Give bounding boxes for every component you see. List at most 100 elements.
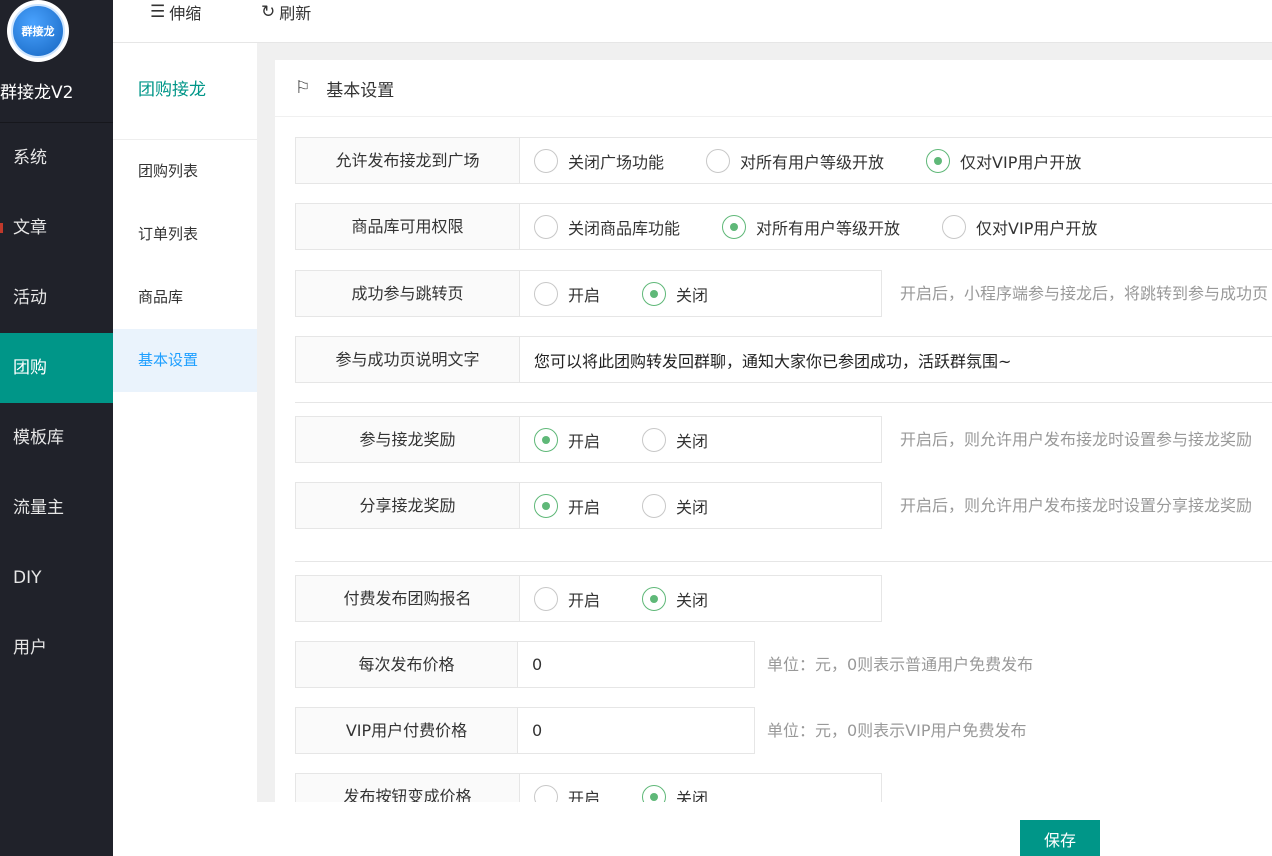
- setting-row-product-permission: 商品库可用权限 关闭商品库功能 对所有用户等级开放 仅对VIP用户开放: [295, 203, 1272, 250]
- nav-item-users[interactable]: 用户: [0, 613, 113, 683]
- setting-row-plaza: 允许发布接龙到广场 关闭广场功能 对所有用户等级开放 仅对VIP用户开放: [295, 137, 1272, 184]
- nav-item-label: 文章: [13, 218, 47, 238]
- flag-icon: ⚐: [295, 78, 311, 98]
- radio-label: 关闭: [676, 497, 709, 517]
- radio-option[interactable]: 对所有用户等级开放: [722, 214, 901, 239]
- setting-label: 参与成功页说明文字: [295, 336, 520, 383]
- section-divider: [295, 402, 1272, 403]
- setting-label: 分享接龙奖励: [295, 482, 520, 529]
- radio-label: 开启: [568, 788, 601, 803]
- setting-label: 每次发布价格: [295, 641, 518, 688]
- success-text-input[interactable]: 您可以将此团购转发回群聊，通知大家你已参团成功，活跃群氛围~: [520, 336, 1272, 383]
- setting-label: 成功参与跳转页: [295, 270, 520, 317]
- nav-item-traffic[interactable]: 流量主: [0, 473, 113, 543]
- setting-label: VIP用户付费价格: [295, 707, 518, 754]
- radio-circle[interactable]: [942, 214, 967, 239]
- radio-circle[interactable]: [642, 493, 667, 518]
- radio-circle[interactable]: [534, 281, 558, 306]
- radio-option[interactable]: 关闭: [642, 586, 709, 611]
- setting-row-publish-price: 每次发布价格 0 单位：元，0则表示普通用户免费发布: [295, 641, 1033, 688]
- radio-group: 开启 关闭: [520, 773, 882, 802]
- setting-hint: 开启后，小程序端参与接龙后，将跳转到参与成功页: [900, 284, 1269, 303]
- radio-label: 仅对VIP用户开放: [960, 152, 1082, 172]
- settings-panel: ⚐ 基本设置 允许发布接龙到广场 关闭广场功能 对所有用户等级开放 仅对VIP用…: [275, 60, 1272, 802]
- app-logo: 群接龙: [7, 0, 69, 62]
- submenu-item-basic-settings[interactable]: 基本设置: [113, 329, 257, 392]
- nav-item-groupbuy[interactable]: 团购: [0, 333, 113, 403]
- radio-circle-selected[interactable]: [642, 281, 667, 306]
- setting-row-paid-publish: 付费发布团购报名 开启 关闭: [295, 575, 882, 622]
- radio-option[interactable]: 关闭商品库功能: [534, 214, 680, 239]
- radio-label: 关闭: [676, 788, 709, 803]
- radio-option[interactable]: 仅对VIP用户开放: [926, 148, 1082, 173]
- radio-circle-selected[interactable]: [642, 784, 667, 802]
- submenu-item-groupbuy-list[interactable]: 团购列表: [113, 140, 257, 203]
- radio-option[interactable]: 仅对VIP用户开放: [942, 214, 1098, 239]
- refresh-button[interactable]: ↻ 刷新: [261, 0, 311, 24]
- collapse-label: 伸缩: [169, 4, 202, 23]
- submenu-item-order-list[interactable]: 订单列表: [113, 203, 257, 266]
- radio-label: 开启: [568, 590, 601, 610]
- setting-row-vip-price: VIP用户付费价格 0 单位：元，0则表示VIP用户免费发布: [295, 707, 1027, 754]
- radio-circle[interactable]: [706, 148, 731, 173]
- collapse-button[interactable]: ☰ 伸缩: [150, 0, 201, 24]
- radio-circle[interactable]: [534, 586, 558, 611]
- radio-label: 关闭: [676, 590, 709, 610]
- radio-option[interactable]: 关闭: [642, 427, 708, 452]
- radio-label: 关闭: [676, 285, 709, 305]
- radio-option[interactable]: 开启: [534, 281, 600, 306]
- save-button[interactable]: 保存: [1020, 820, 1100, 856]
- radio-group: 关闭广场功能 对所有用户等级开放 仅对VIP用户开放: [520, 137, 1272, 184]
- radio-group: 关闭商品库功能 对所有用户等级开放 仅对VIP用户开放: [520, 203, 1272, 250]
- nav-item-system[interactable]: 系统: [0, 123, 113, 193]
- sub-menu: 团购接龙 团购列表 订单列表 商品库 基本设置: [113, 43, 257, 856]
- radio-option[interactable]: 关闭: [642, 281, 709, 306]
- radio-group: 开启 关闭: [520, 482, 882, 529]
- refresh-icon: ↻: [261, 2, 276, 22]
- nav-item-article[interactable]: 文章: [0, 193, 113, 263]
- section-divider: [295, 561, 1272, 562]
- radio-option[interactable]: 开启: [534, 784, 601, 803]
- radio-option[interactable]: 开启: [534, 427, 601, 452]
- radio-circle-selected[interactable]: [534, 493, 558, 518]
- radio-option[interactable]: 关闭: [642, 784, 709, 803]
- setting-hint: 开启后，则允许用户发布接龙时设置参与接龙奖励: [900, 430, 1253, 449]
- radio-group: 开启 关闭: [520, 416, 882, 463]
- radio-circle-selected[interactable]: [534, 427, 558, 452]
- setting-hint: 单位：元，0则表示VIP用户免费发布: [767, 721, 1027, 740]
- panel-title: 基本设置: [326, 80, 395, 101]
- setting-row-redirect: 成功参与跳转页 开启 关闭 开启后，小程序端参与接龙后，将跳转到参与成功页: [295, 270, 1268, 317]
- radio-option[interactable]: 关闭广场功能: [534, 148, 665, 173]
- nav-item-diy[interactable]: DIY: [0, 543, 113, 613]
- main-sidebar: 群接龙 群接龙V2 系统 文章 活动 团购 模板库 流量主 DIY 用户: [0, 0, 113, 856]
- submenu-item-product-library[interactable]: 商品库: [113, 266, 257, 329]
- radio-label: 开启: [568, 431, 601, 451]
- bottom-bar: 保存: [257, 802, 1272, 856]
- radio-circle[interactable]: [534, 784, 558, 802]
- radio-label: 关闭广场功能: [568, 152, 665, 172]
- radio-circle-selected[interactable]: [722, 214, 747, 239]
- radio-label: 仅对VIP用户开放: [976, 218, 1098, 238]
- setting-row-join-reward: 参与接龙奖励 开启 关闭 开启后，则允许用户发布接龙时设置参与接龙奖励: [295, 416, 1252, 463]
- radio-option[interactable]: 关闭: [642, 493, 709, 518]
- nav-item-activity[interactable]: 活动: [0, 263, 113, 333]
- radio-option[interactable]: 开启: [534, 493, 600, 518]
- radio-circle[interactable]: [534, 214, 558, 239]
- submenu-title: 团购接龙: [113, 43, 257, 140]
- radio-option[interactable]: 开启: [534, 586, 601, 611]
- radio-group: 开启 关闭: [520, 575, 882, 622]
- setting-label: 参与接龙奖励: [295, 416, 520, 463]
- publish-price-input[interactable]: 0: [518, 641, 755, 688]
- logo-area: 群接龙 群接龙V2: [0, 0, 113, 123]
- radio-circle-selected[interactable]: [642, 586, 667, 611]
- app-name: 群接龙V2: [0, 83, 74, 103]
- nav-item-templates[interactable]: 模板库: [0, 403, 113, 473]
- radio-label: 对所有用户等级开放: [756, 218, 901, 238]
- radio-circle[interactable]: [642, 427, 667, 452]
- radio-circle[interactable]: [534, 148, 558, 173]
- vip-price-input[interactable]: 0: [518, 707, 755, 754]
- setting-label: 商品库可用权限: [295, 203, 520, 250]
- radio-circle-selected[interactable]: [926, 148, 951, 173]
- radio-group: 开启 关闭: [520, 270, 882, 317]
- radio-option[interactable]: 对所有用户等级开放: [706, 148, 884, 173]
